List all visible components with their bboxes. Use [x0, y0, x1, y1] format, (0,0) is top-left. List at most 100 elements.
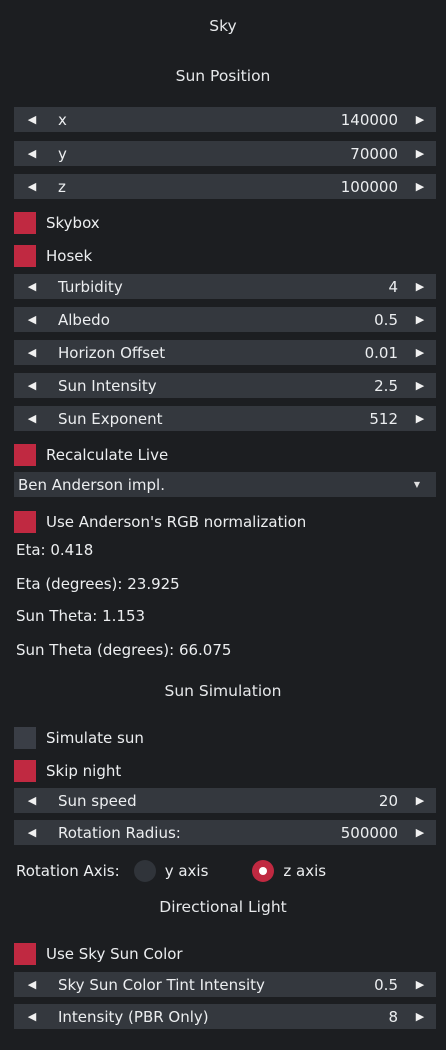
stepper-value[interactable]: 0.01 — [365, 344, 398, 362]
turbidity-stepper[interactable]: ◀ Turbidity 4 ▶ — [14, 274, 436, 299]
sun-theta-degrees-text: Sun Theta (degrees): 66.075 — [16, 641, 232, 659]
stepper-label: y — [58, 144, 67, 163]
increment-arrow-icon[interactable]: ▶ — [412, 1010, 428, 1023]
stepper-value[interactable]: 70000 — [350, 145, 398, 163]
anderson-rgb-label: Use Anderson's RGB normalization — [46, 512, 307, 531]
increment-arrow-icon[interactable]: ▶ — [412, 978, 428, 991]
increment-arrow-icon[interactable]: ▶ — [412, 147, 428, 160]
anderson-rgb-checkbox[interactable] — [14, 510, 36, 533]
implementation-dropdown[interactable]: Ben Anderson impl. ▼ — [14, 472, 436, 497]
use-sky-sun-color-checkbox[interactable] — [14, 942, 36, 965]
eta-degrees-text: Eta (degrees): 23.925 — [16, 575, 180, 593]
stepper-value[interactable]: 100000 — [341, 178, 398, 196]
stepper-label: Albedo — [58, 310, 110, 329]
sky-sun-tint-stepper[interactable]: ◀ Sky Sun Color Tint Intensity 0.5 ▶ — [14, 972, 436, 997]
recalculate-live-checkbox[interactable] — [14, 443, 36, 466]
skip-night-checkbox[interactable] — [14, 759, 36, 782]
stepper-value[interactable]: 512 — [369, 410, 398, 428]
stepper-label: Turbidity — [58, 277, 123, 296]
decrement-arrow-icon[interactable]: ◀ — [24, 1010, 40, 1023]
decrement-arrow-icon[interactable]: ◀ — [24, 147, 40, 160]
rotation-axis-group: Rotation Axis: y axis z axis — [16, 858, 436, 884]
rotation-axis-label: Rotation Axis: — [16, 862, 120, 880]
implementation-selected: Ben Anderson impl. — [18, 475, 165, 494]
panel-title: Sky — [209, 17, 237, 35]
recalculate-live-label: Recalculate Live — [46, 445, 169, 464]
hosek-checkbox[interactable] — [14, 244, 36, 267]
stepper-value[interactable]: 8 — [388, 1008, 398, 1026]
increment-arrow-icon[interactable]: ▶ — [412, 280, 428, 293]
radio-z-axis[interactable]: z axis — [252, 860, 326, 882]
skybox-checkbox-row[interactable]: Skybox — [14, 210, 436, 235]
stepper-label: Sun speed — [58, 791, 137, 810]
radio-y-axis[interactable]: y axis — [133, 860, 209, 882]
increment-arrow-icon[interactable]: ▶ — [412, 379, 428, 392]
increment-arrow-icon[interactable]: ▶ — [412, 346, 428, 359]
decrement-arrow-icon[interactable]: ◀ — [24, 113, 40, 126]
use-sky-sun-color-row[interactable]: Use Sky Sun Color — [14, 941, 436, 966]
hosek-checkbox-row[interactable]: Hosek — [14, 243, 436, 268]
decrement-arrow-icon[interactable]: ◀ — [24, 978, 40, 991]
increment-arrow-icon[interactable]: ▶ — [412, 113, 428, 126]
stepper-label: Intensity (PBR Only) — [58, 1007, 209, 1026]
horizon-offset-stepper[interactable]: ◀ Horizon Offset 0.01 ▶ — [14, 340, 436, 365]
decrement-arrow-icon[interactable]: ◀ — [24, 280, 40, 293]
simulate-sun-row[interactable]: Simulate sun — [14, 725, 436, 750]
stepper-value[interactable]: 2.5 — [374, 377, 398, 395]
section-directional-light: Directional Light — [159, 898, 287, 916]
sun-intensity-stepper[interactable]: ◀ Sun Intensity 2.5 ▶ — [14, 373, 436, 398]
radio-z-axis-button[interactable] — [252, 860, 275, 882]
radio-y-axis-button[interactable] — [133, 860, 156, 882]
stepper-label: Sky Sun Color Tint Intensity — [58, 975, 265, 994]
skybox-checkbox[interactable] — [14, 211, 36, 234]
stepper-value[interactable]: 500000 — [341, 824, 398, 842]
sun-speed-stepper[interactable]: ◀ Sun speed 20 ▶ — [14, 788, 436, 813]
simulate-sun-checkbox[interactable] — [14, 726, 36, 749]
stepper-value[interactable]: 0.5 — [374, 976, 398, 994]
sun-exponent-stepper[interactable]: ◀ Sun Exponent 512 ▶ — [14, 406, 436, 431]
skybox-label: Skybox — [46, 213, 100, 232]
decrement-arrow-icon[interactable]: ◀ — [24, 379, 40, 392]
anderson-rgb-row[interactable]: Use Anderson's RGB normalization — [14, 509, 436, 534]
stepper-label: z — [58, 177, 66, 196]
decrement-arrow-icon[interactable]: ◀ — [24, 826, 40, 839]
stepper-label: x — [58, 110, 67, 129]
stepper-value[interactable]: 0.5 — [374, 311, 398, 329]
stepper-value[interactable]: 4 — [388, 278, 398, 296]
stepper-label: Sun Intensity — [58, 376, 157, 395]
sun-theta-text: Sun Theta: 1.153 — [16, 607, 146, 625]
x-stepper[interactable]: ◀ x 140000 ▶ — [14, 107, 436, 132]
intensity-pbr-stepper[interactable]: ◀ Intensity (PBR Only) 8 ▶ — [14, 1004, 436, 1029]
section-sun-position: Sun Position — [175, 67, 271, 85]
section-sun-simulation: Sun Simulation — [164, 682, 282, 700]
y-stepper[interactable]: ◀ y 70000 ▶ — [14, 141, 436, 166]
sky-panel: Sky Sun Position ◀ x 140000 ▶ ◀ y 70000 … — [0, 0, 446, 1050]
z-stepper[interactable]: ◀ z 100000 ▶ — [14, 174, 436, 199]
albedo-stepper[interactable]: ◀ Albedo 0.5 ▶ — [14, 307, 436, 332]
stepper-value[interactable]: 20 — [379, 792, 398, 810]
increment-arrow-icon[interactable]: ▶ — [412, 412, 428, 425]
decrement-arrow-icon[interactable]: ◀ — [24, 412, 40, 425]
skip-night-label: Skip night — [46, 761, 122, 780]
decrement-arrow-icon[interactable]: ◀ — [24, 313, 40, 326]
eta-text: Eta: 0.418 — [16, 541, 94, 559]
decrement-arrow-icon[interactable]: ◀ — [24, 346, 40, 359]
stepper-label: Sun Exponent — [58, 409, 163, 428]
increment-arrow-icon[interactable]: ▶ — [412, 794, 428, 807]
recalculate-live-row[interactable]: Recalculate Live — [14, 442, 436, 467]
increment-arrow-icon[interactable]: ▶ — [412, 180, 428, 193]
decrement-arrow-icon[interactable]: ◀ — [24, 180, 40, 193]
radio-z-axis-label: z axis — [283, 862, 327, 880]
stepper-label: Rotation Radius: — [58, 823, 181, 842]
radio-y-axis-label: y axis — [164, 862, 209, 880]
chevron-down-icon[interactable]: ▼ — [414, 480, 420, 489]
stepper-value[interactable]: 140000 — [341, 111, 398, 129]
increment-arrow-icon[interactable]: ▶ — [412, 826, 428, 839]
skip-night-row[interactable]: Skip night — [14, 758, 436, 783]
rotation-radius-stepper[interactable]: ◀ Rotation Radius: 500000 ▶ — [14, 820, 436, 845]
hosek-label: Hosek — [46, 246, 93, 265]
decrement-arrow-icon[interactable]: ◀ — [24, 794, 40, 807]
increment-arrow-icon[interactable]: ▶ — [412, 313, 428, 326]
simulate-sun-label: Simulate sun — [46, 728, 144, 747]
use-sky-sun-color-label: Use Sky Sun Color — [46, 944, 183, 963]
